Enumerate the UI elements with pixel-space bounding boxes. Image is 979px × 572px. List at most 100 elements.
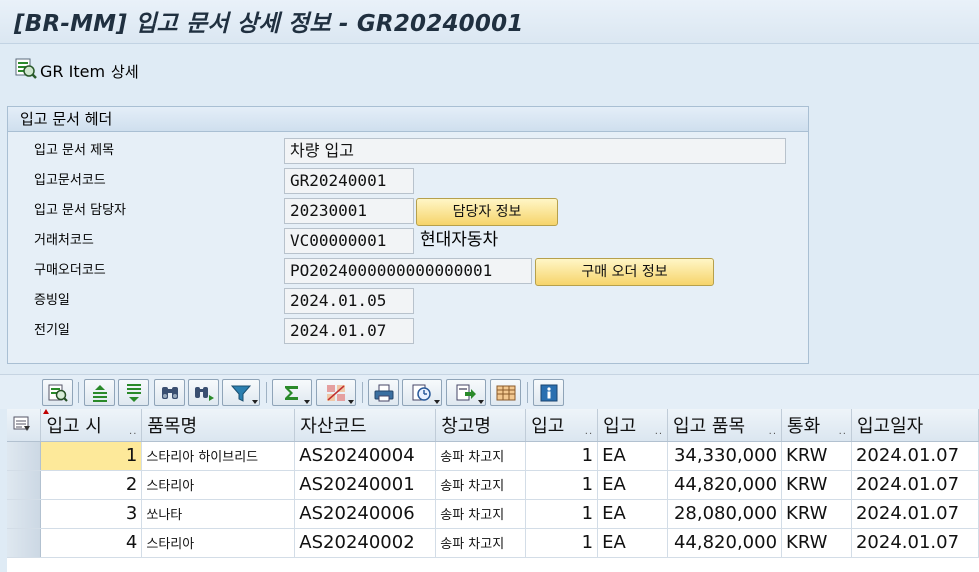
cell-unit[interactable]: EA (597, 470, 669, 500)
column-header-asset-code[interactable]: 자산코드 (294, 409, 437, 442)
column-header-gr-date[interactable]: 입고일자 (851, 409, 979, 442)
cell-currency[interactable]: KRW (781, 441, 852, 471)
cell-unit[interactable]: EA (597, 441, 669, 471)
find-icon (159, 383, 181, 403)
column-header-currency[interactable]: 통화.. (781, 409, 852, 442)
table-row[interactable]: 2 스타리아 AS20240001 송파 차고지 1 EA 44,820,000… (7, 470, 979, 500)
details-button[interactable] (42, 379, 73, 406)
doc-code-field[interactable]: GR20240001 (284, 168, 414, 194)
cell-item-name[interactable]: 스타리아 하이브리드 (141, 441, 296, 471)
field-row-po: 구매오더코드 PO2024000000000000001 구매 오더 정보 (8, 258, 808, 286)
manager-field[interactable]: 20230001 (284, 198, 414, 224)
column-header-item-name[interactable]: 품목명 (141, 409, 296, 442)
column-header-label: 입고 (603, 415, 637, 437)
toolbar-separator (78, 382, 79, 403)
gr-item-label: GR Item (40, 61, 106, 81)
manager-info-button[interactable]: 담당자 정보 (416, 198, 558, 226)
export-icon (455, 383, 477, 403)
column-header-item-no[interactable]: 입고 시.. (40, 409, 143, 442)
find-next-button[interactable] (188, 379, 219, 406)
filter-button[interactable] (222, 379, 260, 406)
gr-item-detail-button[interactable]: GR Item 상세 (14, 58, 139, 84)
table-row[interactable]: 1 스타리아 하이브리드 AS20240004 송파 차고지 1 EA 34,3… (7, 441, 979, 471)
find-next-icon (193, 383, 215, 403)
cell-currency[interactable]: KRW (781, 470, 852, 500)
cell-amount[interactable]: 44,820,000 (667, 470, 783, 500)
po-field[interactable]: PO2024000000000000001 (284, 258, 532, 284)
layout-icon (495, 383, 517, 403)
cell-quantity[interactable]: 1 (525, 499, 599, 529)
filter-dropdown-icon (252, 400, 258, 404)
cell-quantity[interactable]: 1 (525, 470, 599, 500)
cell-currency[interactable]: KRW (781, 528, 852, 558)
table-row[interactable]: 4 스타리아 AS20240002 송파 차고지 1 EA 44,820,000… (7, 528, 979, 558)
sum-icon (281, 383, 303, 403)
cell-item-no[interactable]: 3 (40, 499, 143, 529)
items-grid: 입고 시.. 품목명 자산코드 창고명 입고.. 입고.. 입고 품목.. 통화… (7, 409, 979, 572)
info-button[interactable] (533, 379, 564, 406)
sort-ascending-icon (89, 383, 111, 403)
po-info-button[interactable]: 구매 오더 정보 (535, 258, 714, 286)
row-selector[interactable] (7, 470, 42, 500)
field-row-vendor: 거래처코드 VC00000001 현대자동차 (8, 228, 808, 254)
cell-unit[interactable]: EA (597, 528, 669, 558)
cell-gr-date[interactable]: 2024.01.07 (851, 528, 979, 558)
cell-gr-date[interactable]: 2024.01.07 (851, 441, 979, 471)
cell-currency[interactable]: KRW (781, 499, 852, 529)
cell-asset-code[interactable]: AS20240004 (294, 441, 437, 471)
column-header-amount[interactable]: 입고 품목.. (667, 409, 783, 442)
cell-amount[interactable]: 28,080,000 (667, 499, 783, 529)
cell-quantity[interactable]: 1 (525, 528, 599, 558)
cell-item-name[interactable]: 스타리아 (141, 528, 296, 558)
cell-gr-date[interactable]: 2024.01.07 (851, 499, 979, 529)
cell-gr-date[interactable]: 2024.01.07 (851, 470, 979, 500)
sort-ascending-button[interactable] (84, 379, 115, 406)
cell-amount[interactable]: 34,330,000 (667, 441, 783, 471)
view-button[interactable] (402, 379, 442, 406)
row-selector[interactable] (7, 441, 42, 471)
title-bar: [BR-MM] 입고 문서 상세 정보 - GR20240001 (0, 0, 979, 44)
sum-button[interactable] (272, 379, 312, 406)
vendor-field[interactable]: VC00000001 (284, 228, 414, 254)
truncation-mark: .. (768, 425, 778, 437)
sort-descending-button[interactable] (118, 379, 149, 406)
view-dropdown-icon (434, 400, 440, 404)
cell-item-no[interactable]: 4 (40, 528, 143, 558)
cell-item-name[interactable]: 쏘나타 (141, 499, 296, 529)
post-date-field[interactable]: 2024.01.07 (284, 318, 414, 344)
column-header-unit[interactable]: 입고.. (597, 409, 669, 442)
row-selector[interactable] (7, 528, 42, 558)
subtotal-button[interactable] (316, 379, 356, 406)
truncation-mark: .. (129, 425, 138, 437)
cell-warehouse[interactable]: 송파 차고지 (435, 528, 527, 558)
cell-unit[interactable]: EA (597, 499, 669, 529)
sort-descending-icon (123, 383, 145, 403)
filter-icon (230, 383, 252, 403)
doc-date-field[interactable]: 2024.01.05 (284, 288, 414, 314)
cell-item-name[interactable]: 스타리아 (141, 470, 296, 500)
column-header-quantity[interactable]: 입고.. (525, 409, 599, 442)
cell-asset-code[interactable]: AS20240001 (294, 470, 437, 500)
cell-item-no[interactable]: 1 (40, 441, 143, 471)
cell-warehouse[interactable]: 송파 차고지 (435, 470, 527, 500)
select-all-header[interactable] (7, 409, 42, 442)
column-header-warehouse[interactable]: 창고명 (435, 409, 527, 442)
view-icon (411, 383, 433, 403)
cell-item-no[interactable]: 2 (40, 470, 143, 500)
cell-asset-code[interactable]: AS20240006 (294, 499, 437, 529)
cell-asset-code[interactable]: AS20240002 (294, 528, 437, 558)
row-selector[interactable] (7, 499, 42, 529)
cell-quantity[interactable]: 1 (525, 441, 599, 471)
layout-button[interactable] (490, 379, 521, 406)
doc-title-field[interactable]: 차량 입고 (284, 138, 786, 164)
export-button[interactable] (446, 379, 486, 406)
print-button[interactable] (368, 379, 399, 406)
cell-amount[interactable]: 44,820,000 (667, 528, 783, 558)
cell-warehouse[interactable]: 송파 차고지 (435, 441, 527, 471)
find-button[interactable] (154, 379, 185, 406)
table-row[interactable]: 3 쏘나타 AS20240006 송파 차고지 1 EA 28,080,000 … (7, 499, 979, 529)
cell-warehouse[interactable]: 송파 차고지 (435, 499, 527, 529)
toolbar-separator (527, 382, 528, 403)
column-header-label: 입고 시 (46, 415, 102, 437)
print-icon (373, 383, 395, 403)
